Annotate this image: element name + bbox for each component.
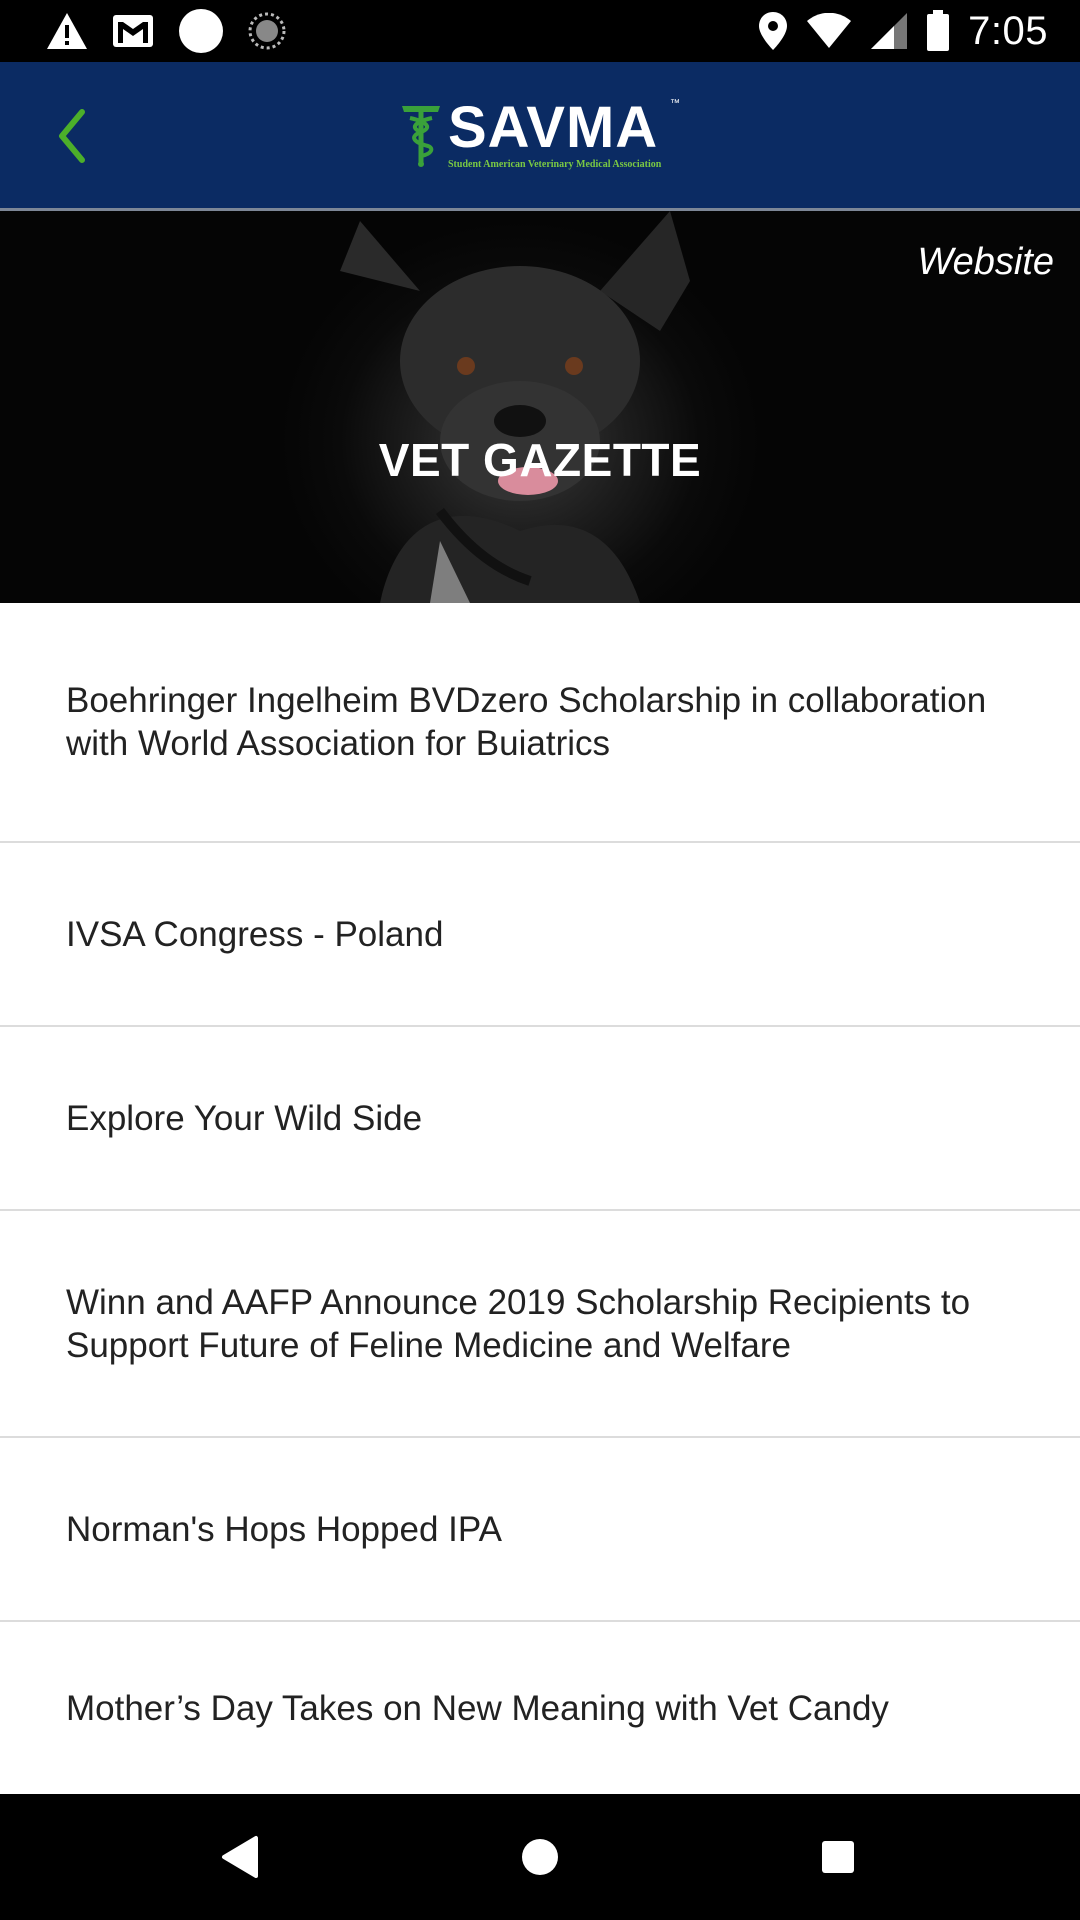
article-title: Norman's Hops Hopped IPA [66, 1509, 502, 1549]
article-list: Boehringer Ingelheim BVDzero Scholarship… [0, 603, 1080, 1794]
app-bar: SAVMA ™ Student American Veterinary Medi… [0, 62, 1080, 211]
article-title: IVSA Congress - Poland [66, 914, 444, 954]
article-title: Explore Your Wild Side [66, 1098, 423, 1138]
article-title: Mother’s Day Takes on New Meaning with V… [66, 1688, 889, 1728]
list-item[interactable]: Winn and AAFP Announce 2019 Scholarship … [0, 1211, 1080, 1438]
article-title: Winn and AAFP Announce 2019 Scholarship … [66, 1282, 971, 1365]
hero-title: VET GAZETTE [378, 434, 702, 486]
list-item[interactable]: Mother’s Day Takes on New Meaning with V… [0, 1622, 1080, 1794]
article-title: Boehringer Ingelheim BVDzero Scholarship… [66, 681, 987, 763]
system-nav-bar [0, 1794, 1080, 1920]
logo-wordmark: SAVMA [448, 95, 659, 160]
wifi-icon [807, 13, 852, 48]
caduceus-icon [402, 106, 440, 167]
website-link[interactable]: Website [917, 241, 1054, 284]
back-button[interactable] [50, 108, 100, 164]
status-bar: 7:05 [0, 0, 1080, 62]
signal-icon [871, 13, 908, 49]
list-item[interactable]: Boehringer Ingelheim BVDzero Scholarship… [0, 603, 1080, 843]
nav-back-button[interactable] [216, 1832, 266, 1882]
nav-home-button[interactable] [515, 1832, 565, 1882]
list-item[interactable]: Norman's Hops Hopped IPA [0, 1438, 1080, 1622]
home-circle-icon [522, 1839, 558, 1875]
list-item[interactable]: Explore Your Wild Side [0, 1027, 1080, 1211]
nav-recents-button[interactable] [813, 1832, 863, 1882]
recents-square-icon [822, 1841, 854, 1873]
logo-trademark: ™ [670, 98, 680, 109]
savma-logo: SAVMA ™ Student American Veterinary Medi… [398, 95, 688, 174]
warning-icon [47, 13, 87, 49]
circle-icon [179, 9, 223, 53]
chevron-left-icon [59, 109, 85, 163]
gmail-icon [113, 15, 153, 47]
location-icon [759, 12, 788, 50]
back-triangle-icon [222, 1836, 258, 1878]
sync-icon [248, 12, 286, 50]
hero-banner: Website VET GAZETTE [0, 211, 1080, 603]
battery-icon [927, 10, 950, 51]
list-item[interactable]: IVSA Congress - Poland [0, 843, 1080, 1027]
status-time: 7:05 [968, 8, 1048, 53]
logo-subtitle: Student American Veterinary Medical Asso… [448, 159, 662, 170]
